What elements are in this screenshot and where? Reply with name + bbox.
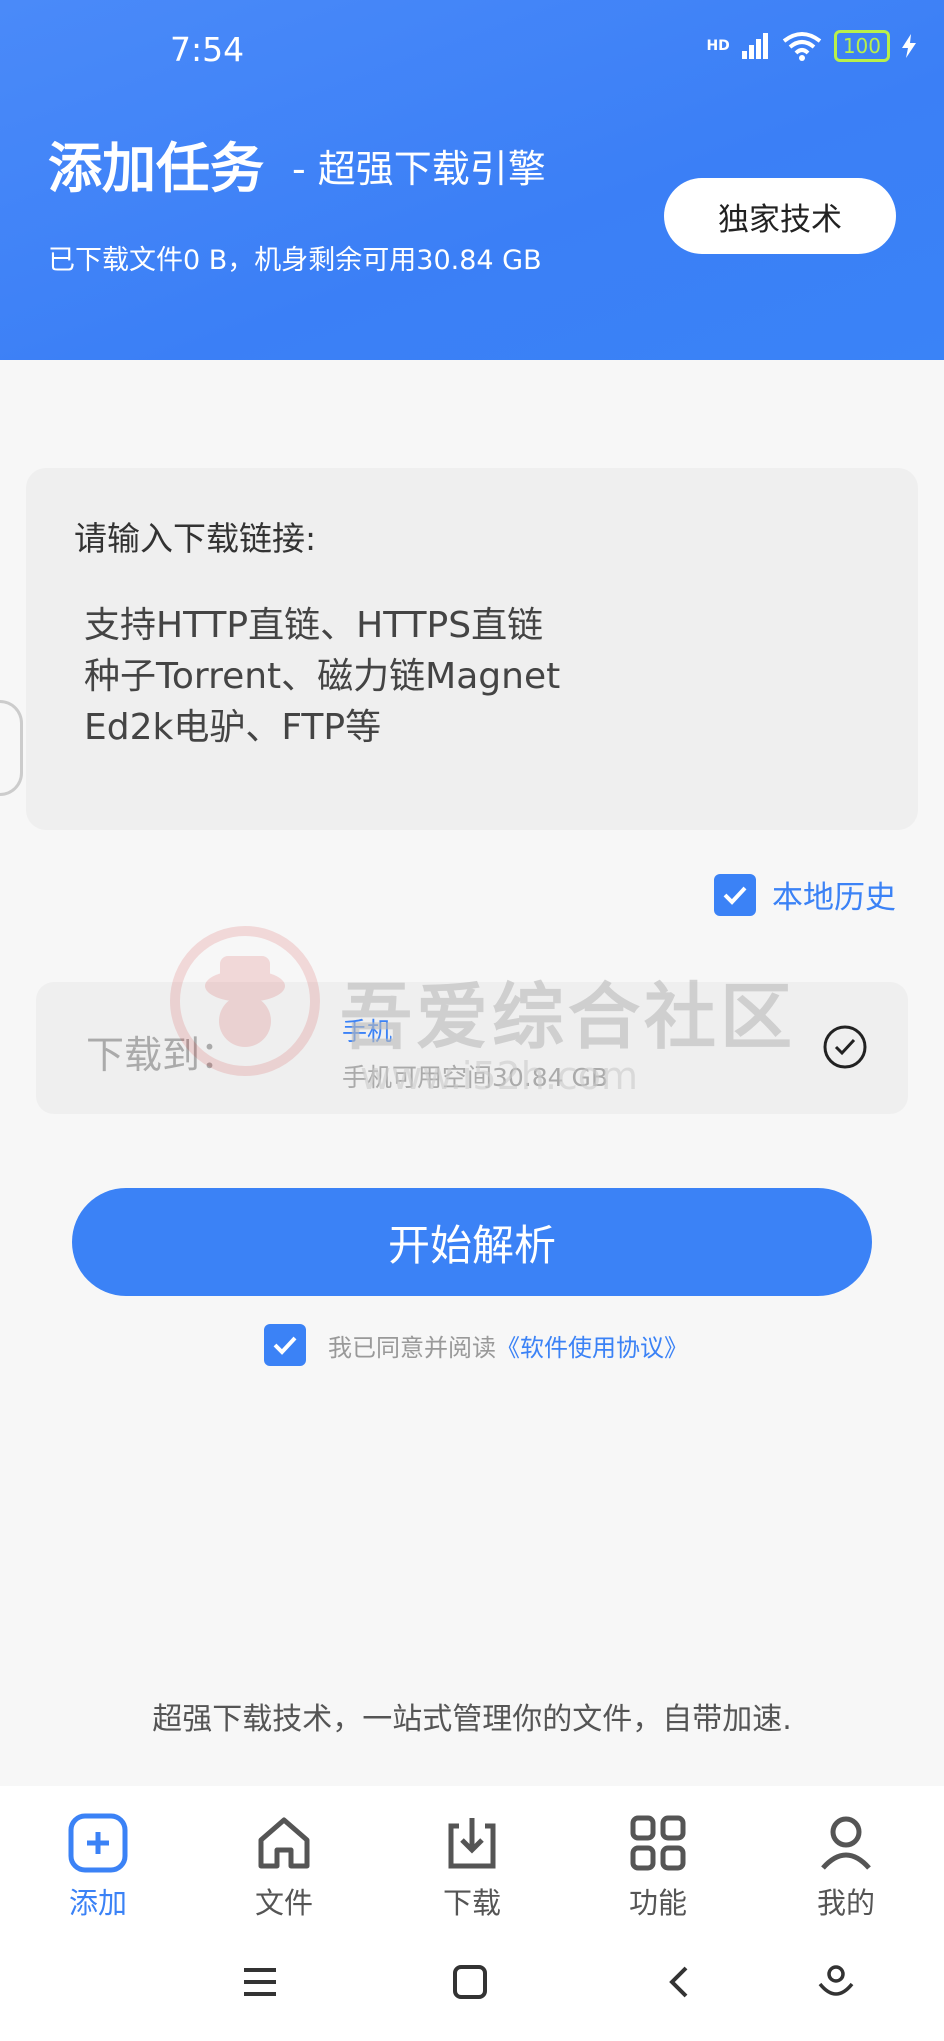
checkbox-checked-icon[interactable] xyxy=(714,873,756,916)
edge-handle[interactable] xyxy=(0,700,23,796)
check-circle-icon xyxy=(823,1025,867,1069)
agreement-row: 我已同意并阅读《软件使用协议》 xyxy=(264,1324,688,1366)
agreement-checkbox[interactable] xyxy=(264,1324,306,1366)
wifi-icon xyxy=(782,32,822,61)
start-parse-button[interactable]: 开始解析 xyxy=(72,1188,872,1296)
tab-features[interactable]: 功能 xyxy=(598,1812,718,1922)
back-icon[interactable] xyxy=(662,1964,698,2000)
local-history-toggle[interactable]: 本地历史 xyxy=(714,872,896,917)
tab-files[interactable]: 文件 xyxy=(224,1812,344,1922)
agreement-text: 我已同意并阅读 xyxy=(328,1333,496,1362)
hint-line: 支持HTTP直链、HTTPS直链 xyxy=(84,605,544,646)
storage-info: 已下载文件0 B，机身剩余可用30.84 GB xyxy=(48,245,542,276)
watermark-url: www.i52h.com xyxy=(360,1054,639,1098)
add-icon xyxy=(68,1813,128,1873)
tab-label: 功能 xyxy=(628,1886,687,1920)
tab-label: 文件 xyxy=(254,1886,313,1920)
system-nav-bar xyxy=(0,1936,944,2041)
download-url-input[interactable]: 请输入下载链接: 支持HTTP直链、HTTPS直链 种子Torrent、磁力链M… xyxy=(26,468,918,830)
page-title: 添加任务 xyxy=(48,137,264,200)
tab-add[interactable]: 添加 xyxy=(38,1812,158,1922)
battery-indicator: 100 xyxy=(833,30,890,62)
home-square-icon[interactable] xyxy=(452,1964,488,2000)
signal-icon xyxy=(741,33,768,59)
charging-icon xyxy=(902,34,916,58)
grid-icon xyxy=(630,1815,686,1871)
menu-icon[interactable] xyxy=(242,1964,278,2000)
watermark-text: 吾爱综合社区 xyxy=(340,975,797,1059)
download-icon xyxy=(448,1818,496,1869)
tab-downloads[interactable]: 下载 xyxy=(412,1812,532,1922)
user-icon xyxy=(821,1816,871,1870)
assistant-icon[interactable] xyxy=(816,1964,856,2000)
tab-label: 下载 xyxy=(442,1886,501,1920)
tab-label: 添加 xyxy=(68,1886,127,1920)
page-subtitle: - 超强下载引擎 xyxy=(292,147,546,191)
hint-line: Ed2k电驴、FTP等 xyxy=(84,707,382,748)
hint-line: 种子Torrent、磁力链Magnet xyxy=(84,656,561,697)
history-label: 本地历史 xyxy=(772,880,896,916)
status-time: 7:54 xyxy=(170,30,245,69)
header: 7:54 HD 100 添加任务 - 超强下载引擎 已下载文件0 B，机身剩余可… xyxy=(0,0,944,360)
tab-profile[interactable]: 我的 xyxy=(786,1812,906,1922)
status-icons: HD 100 xyxy=(706,30,916,62)
exclusive-tech-button[interactable]: 独家技术 xyxy=(664,178,896,254)
home-icon xyxy=(258,1817,310,1869)
tagline: 超强下载技术，一站式管理你的文件，自带加速. xyxy=(152,1702,792,1737)
tab-label: 我的 xyxy=(816,1886,875,1920)
bottom-tab-bar: 添加 文件 下载 功能 我的 xyxy=(0,1786,944,1936)
url-input-placeholder: 支持HTTP直链、HTTPS直链 种子Torrent、磁力链Magnet Ed2… xyxy=(84,600,560,753)
url-input-label: 请输入下载链接: xyxy=(74,519,317,558)
agreement-link[interactable]: 《软件使用协议》 xyxy=(496,1334,688,1362)
watermark-logo-icon xyxy=(170,926,320,1076)
network-type: HD xyxy=(706,38,730,54)
